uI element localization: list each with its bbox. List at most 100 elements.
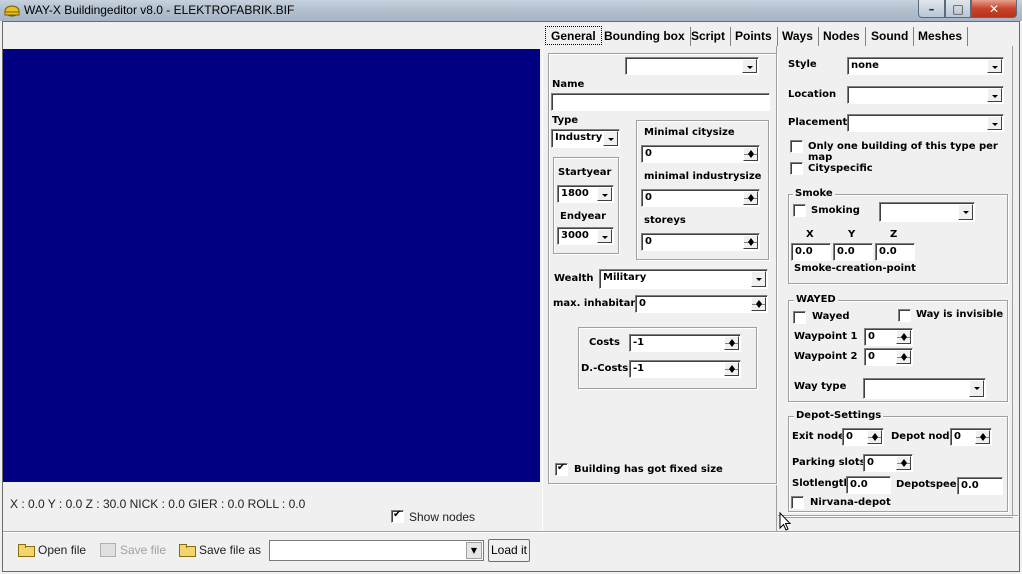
parking-slots-spinner[interactable]: 0 xyxy=(863,454,913,472)
exit-node-spinner[interactable]: 0 xyxy=(842,428,884,446)
waypoint1-spinner[interactable]: 0 xyxy=(864,328,913,346)
smoke-y-input[interactable]: 0.0 xyxy=(833,243,873,261)
placement-combo[interactable] xyxy=(847,114,1004,132)
style-combo[interactable]: none xyxy=(847,57,1004,75)
tab-script[interactable]: Script xyxy=(686,27,732,46)
save-file-label: Save file xyxy=(120,543,167,557)
style-label: Style xyxy=(788,59,817,70)
spin-arrows-icon[interactable] xyxy=(743,147,758,161)
fixed-size-checkbox[interactable] xyxy=(555,462,568,476)
spin-arrows-icon[interactable] xyxy=(867,430,882,444)
nirvana-depot-label: Nirvana-depot xyxy=(810,497,891,508)
waypoint2-spinner[interactable]: 0 xyxy=(864,348,913,366)
minimize-button[interactable]: – xyxy=(918,0,945,18)
tab-meshes[interactable]: Meshes xyxy=(913,27,969,46)
smoking-checkbox[interactable] xyxy=(793,204,806,217)
smoke-x-input[interactable]: 0.0 xyxy=(791,243,831,261)
waytype-combo[interactable] xyxy=(863,378,986,399)
spin-arrows-icon[interactable] xyxy=(896,456,911,470)
save-file-as-button[interactable]: Save file as xyxy=(179,540,261,560)
title-bar[interactable]: WAY-X Buildingeditor v8.0 - ELEKTROFABRI… xyxy=(0,0,1022,21)
wayed-label: Wayed xyxy=(812,311,850,322)
spin-arrows-icon[interactable] xyxy=(896,350,911,364)
smoking-combo[interactable] xyxy=(879,202,975,222)
costs-spinner[interactable]: -1 xyxy=(629,334,741,352)
spin-arrows-icon[interactable] xyxy=(724,362,739,376)
min-citysize-spinner[interactable]: 0 xyxy=(641,145,760,163)
parking-slots-value: 0 xyxy=(867,457,874,468)
only-one-checkbox[interactable] xyxy=(790,140,803,153)
endyear-value: 3000 xyxy=(561,230,589,241)
top-combo[interactable] xyxy=(625,57,759,75)
cityspecific-checkbox[interactable] xyxy=(790,162,803,175)
3d-viewport[interactable] xyxy=(3,49,540,482)
startyear-combo[interactable]: 1800 xyxy=(557,185,614,203)
show-nodes-checkbox[interactable] xyxy=(391,509,404,523)
chevron-down-icon[interactable] xyxy=(969,380,984,397)
slotlength-input[interactable]: 0.0 xyxy=(846,476,891,494)
depotspeed-input[interactable]: 0.0 xyxy=(957,477,1003,495)
name-input[interactable] xyxy=(551,93,770,111)
close-icon: ✕ xyxy=(988,2,1000,16)
cityspecific-label: Cityspecific xyxy=(808,163,873,174)
chevron-down-icon[interactable]: ▼ xyxy=(466,542,482,559)
startyear-value: 1800 xyxy=(561,188,589,199)
tab-ways[interactable]: Ways xyxy=(777,27,819,46)
storeys-value: 0 xyxy=(645,236,652,247)
close-button[interactable]: ✕ xyxy=(971,0,1017,18)
dcosts-label: D.-Costs xyxy=(581,363,629,374)
open-file-button[interactable]: Open file xyxy=(18,540,86,560)
app-helmet-icon xyxy=(4,5,20,17)
tab-general[interactable]: General xyxy=(545,26,602,45)
nirvana-depot-checkbox[interactable] xyxy=(791,496,804,509)
coordinates-readout: X : 0.0 Y : 0.0 Z : 30.0 NICK : 0.0 GIER… xyxy=(10,497,306,511)
spin-arrows-icon[interactable] xyxy=(743,235,758,249)
name-label: Name xyxy=(552,79,585,90)
chevron-down-icon[interactable] xyxy=(597,229,612,243)
spin-arrows-icon[interactable] xyxy=(896,330,911,344)
startyear-label: Startyear xyxy=(558,167,612,178)
way-invisible-checkbox[interactable] xyxy=(898,309,911,322)
storeys-spinner[interactable]: 0 xyxy=(641,233,760,251)
right-panel-bottom-edge xyxy=(778,515,1018,517)
file-combo[interactable]: ▼ xyxy=(269,540,484,561)
smoke-x-label: X xyxy=(806,229,814,240)
tab-sound[interactable]: Sound xyxy=(866,27,915,46)
endyear-combo[interactable]: 3000 xyxy=(557,227,614,245)
location-combo[interactable] xyxy=(847,86,1004,104)
smoke-z-input[interactable]: 0.0 xyxy=(875,243,915,261)
parking-slots-label: Parking slots xyxy=(792,457,866,468)
min-industrysize-spinner[interactable]: 0 xyxy=(641,189,760,207)
waypoint2-label: Waypoint 2 xyxy=(794,351,858,362)
chevron-down-icon[interactable] xyxy=(742,59,757,73)
depot-title: Depot-Settings xyxy=(794,410,884,421)
spin-arrows-icon[interactable] xyxy=(975,430,990,444)
tab-points[interactable]: Points xyxy=(730,27,778,46)
type-combo[interactable]: Industry xyxy=(551,129,620,148)
spin-arrows-icon[interactable] xyxy=(743,191,758,205)
save-file-button[interactable]: Save file xyxy=(100,540,166,560)
chevron-down-icon[interactable] xyxy=(603,131,618,146)
wayed-checkbox[interactable] xyxy=(793,311,806,324)
depot-node-spinner[interactable]: 0 xyxy=(950,428,992,446)
chevron-down-icon[interactable] xyxy=(987,88,1002,102)
min-citysize-value: 0 xyxy=(645,148,652,159)
spin-arrows-icon[interactable] xyxy=(751,297,766,311)
max-inhabitants-spinner[interactable]: 0 xyxy=(635,295,768,313)
load-it-button[interactable]: Load it xyxy=(488,539,530,562)
slotlength-label: Slotlength xyxy=(792,478,851,489)
spin-arrows-icon[interactable] xyxy=(724,336,739,350)
dcosts-spinner[interactable]: -1 xyxy=(629,360,741,378)
chevron-down-icon[interactable] xyxy=(958,204,973,220)
chevron-down-icon[interactable] xyxy=(751,271,766,287)
wealth-combo[interactable]: Military xyxy=(599,269,768,289)
smoking-label: Smoking xyxy=(811,205,860,216)
tab-nodes[interactable]: Nodes xyxy=(818,27,866,46)
toolbar-separator xyxy=(3,531,1019,533)
chevron-down-icon[interactable] xyxy=(987,59,1002,73)
chevron-down-icon[interactable] xyxy=(597,187,612,201)
show-nodes-label: Show nodes xyxy=(409,510,476,524)
tab-bounding-box[interactable]: Bounding box xyxy=(599,27,691,46)
chevron-down-icon[interactable] xyxy=(987,116,1002,130)
maximize-button[interactable]: □ xyxy=(945,0,971,18)
